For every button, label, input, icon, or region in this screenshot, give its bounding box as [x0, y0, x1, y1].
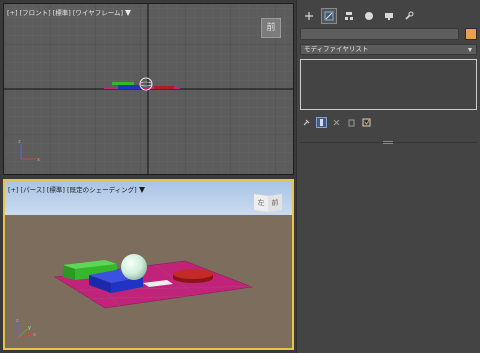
modifier-list-label: モディファイヤリスト [304, 45, 369, 53]
configure-modifier-sets-icon [362, 118, 371, 126]
svg-text:x: x [37, 157, 40, 163]
modifier-list-dropdown[interactable]: モディファイヤリスト [300, 44, 477, 55]
perspective-viewport-label[interactable]: [+] [パース] [標準] [既定のシェーディング] [8, 184, 145, 194]
make-unique-button[interactable] [331, 117, 342, 128]
front-viewport-label[interactable]: [+] [フロント] [標準] [ワイヤフレーム] [7, 7, 132, 17]
hierarchy-icon [345, 12, 353, 20]
modify-tab[interactable] [321, 8, 337, 24]
red-cylinder [173, 269, 213, 283]
grip-icon[interactable] [383, 141, 393, 144]
remove-modifier-button[interactable] [346, 117, 357, 128]
pin-stack-icon [303, 119, 310, 125]
sphere-object [121, 254, 147, 280]
svg-text:x: x [33, 332, 36, 338]
rollout-divider[interactable] [300, 138, 477, 147]
create-tab[interactable] [301, 8, 317, 24]
modifier-stack[interactable] [300, 59, 477, 110]
front-viewport-label-text[interactable]: [+] [フロント] [標準] [ワイヤフレーム] [7, 9, 123, 17]
front-viewport-grid: z x [4, 4, 293, 174]
motion-icon [365, 12, 373, 20]
front-viewport[interactable]: z x [+] [フロント] [標準] [ワイヤフレーム] 前 [3, 3, 294, 175]
svg-text:z: z [16, 318, 19, 324]
show-end-result-button[interactable] [316, 116, 327, 128]
make-unique-icon [333, 119, 340, 125]
stack-toolbar [301, 116, 372, 128]
object-color-swatch[interactable] [465, 28, 477, 40]
object-name-field[interactable] [300, 28, 459, 40]
filter-icon[interactable] [138, 187, 145, 193]
perspective-viewcube[interactable]: 左 前 [254, 193, 282, 213]
front-viewcube-label: 前 [266, 23, 276, 33]
chevron-down-icon [468, 48, 472, 52]
hierarchy-tab[interactable] [341, 8, 357, 24]
plus-icon [305, 12, 313, 20]
command-panel: モディファイヤリスト [296, 0, 480, 353]
pin-stack-button[interactable] [301, 117, 312, 128]
remove-modifier-icon [348, 119, 355, 126]
command-panel-tabs [301, 8, 417, 24]
modify-icon [324, 11, 334, 21]
motion-tab[interactable] [361, 8, 377, 24]
front-viewcube[interactable]: 前 [261, 18, 281, 38]
show-end-result-icon [320, 118, 323, 126]
viewcube-left-face[interactable]: 左 [254, 194, 268, 212]
filter-icon[interactable] [125, 10, 132, 16]
utilities-tab[interactable] [401, 8, 417, 24]
configure-modifier-sets-button[interactable] [361, 117, 372, 128]
perspective-viewport[interactable]: z x y [+] [パース] [標準] [既定のシェーディング] 左 前 [3, 179, 294, 350]
viewport-area: z x [+] [フロント] [標準] [ワイヤフレーム] 前 z x y [+… [0, 0, 296, 353]
display-icon [385, 13, 393, 20]
perspective-scene: z x y [5, 181, 292, 348]
svg-text:y: y [28, 325, 31, 331]
viewcube-front-face[interactable]: 前 [268, 194, 282, 212]
svg-text:z: z [18, 139, 21, 145]
display-tab[interactable] [381, 8, 397, 24]
wrench-icon [405, 11, 414, 20]
perspective-viewport-label-text[interactable]: [+] [パース] [標準] [既定のシェーディング] [8, 186, 137, 194]
